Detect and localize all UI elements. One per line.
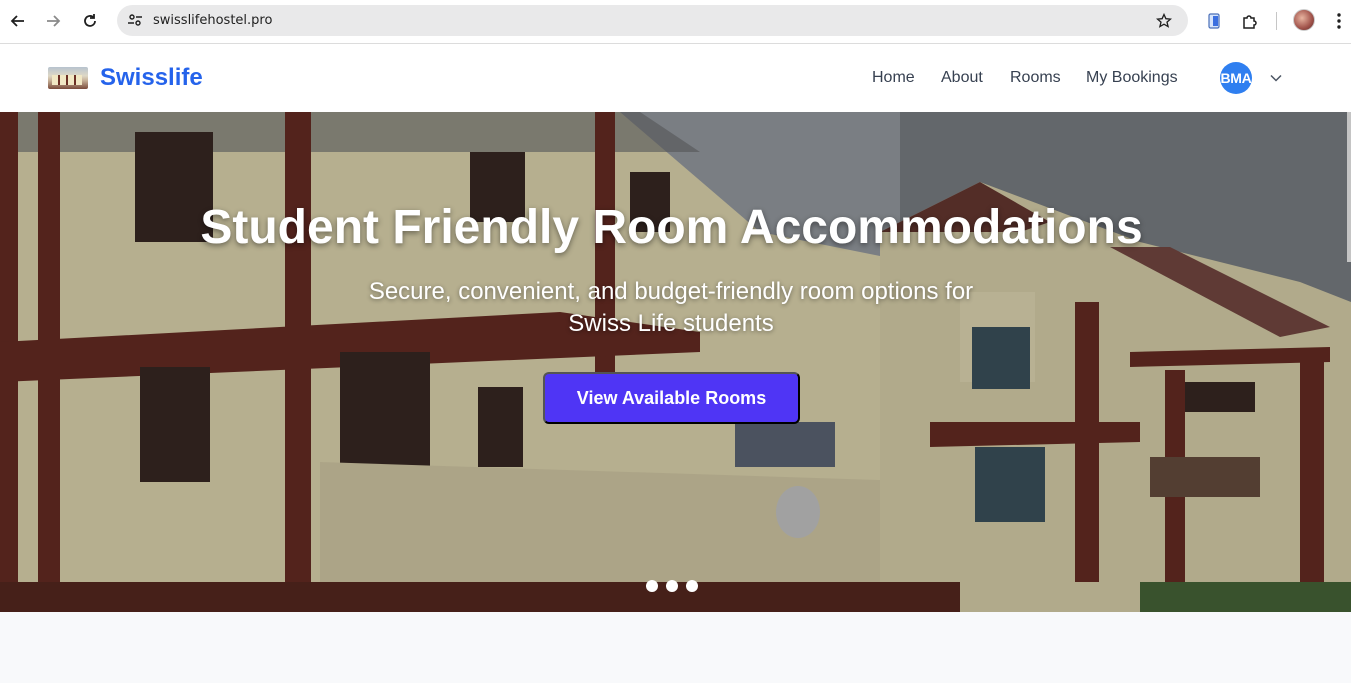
- document-extension-icon: [1208, 13, 1220, 29]
- toolbar-divider: [1276, 12, 1277, 30]
- profile-avatar-button[interactable]: [1293, 9, 1315, 31]
- site-info-button[interactable]: [125, 10, 145, 30]
- view-available-rooms-button[interactable]: View Available Rooms: [543, 372, 800, 424]
- reload-button[interactable]: [77, 8, 103, 34]
- url-text[interactable]: swisslifehostel.pro: [153, 13, 272, 28]
- extensions-menu-button[interactable]: [1238, 9, 1262, 33]
- arrow-right-icon: [47, 15, 61, 27]
- reload-icon: [84, 14, 96, 27]
- puzzle-icon: [1243, 15, 1257, 29]
- bookmark-button[interactable]: [1154, 11, 1174, 31]
- carousel-dot-1[interactable]: [646, 580, 658, 592]
- hero-title: Student Friendly Room Accommodations: [200, 201, 1143, 254]
- user-menu-toggle[interactable]: [1268, 70, 1284, 86]
- browser-menu-button[interactable]: [1327, 9, 1351, 33]
- tune-icon: [128, 14, 142, 26]
- logo-image[interactable]: [48, 67, 88, 89]
- user-avatar[interactable]: BMA: [1220, 62, 1252, 94]
- site-header: Swisslife Home About Rooms My Bookings B…: [0, 44, 1351, 112]
- star-icon: [1156, 13, 1172, 28]
- address-bar[interactable]: swisslifehostel.pro: [117, 5, 1188, 36]
- hero-overlay: [0, 112, 1351, 612]
- back-button[interactable]: [5, 8, 31, 34]
- hero-subtitle: Secure, convenient, and budget-friendly …: [368, 278, 974, 337]
- chevron-down-icon: [1270, 74, 1282, 82]
- more-vertical-icon: [1337, 13, 1341, 29]
- hero-carousel: Student Friendly Room Accommodations Sec…: [0, 112, 1351, 612]
- nav-rooms[interactable]: Rooms: [1010, 69, 1061, 87]
- browser-toolbar: swisslifehostel.pro: [0, 0, 1351, 44]
- nav-home[interactable]: Home: [872, 69, 915, 87]
- nav-about[interactable]: About: [941, 69, 983, 87]
- forward-button[interactable]: [40, 8, 66, 34]
- extension-button[interactable]: [1202, 9, 1226, 33]
- page-scrollbar[interactable]: [1347, 112, 1351, 262]
- arrow-left-icon: [10, 15, 24, 27]
- nav-my-bookings[interactable]: My Bookings: [1086, 69, 1178, 87]
- carousel-dot-2[interactable]: [666, 580, 678, 592]
- page-content-area: [0, 612, 1351, 683]
- carousel-dot-3[interactable]: [686, 580, 698, 592]
- brand-name[interactable]: Swisslife: [100, 64, 203, 92]
